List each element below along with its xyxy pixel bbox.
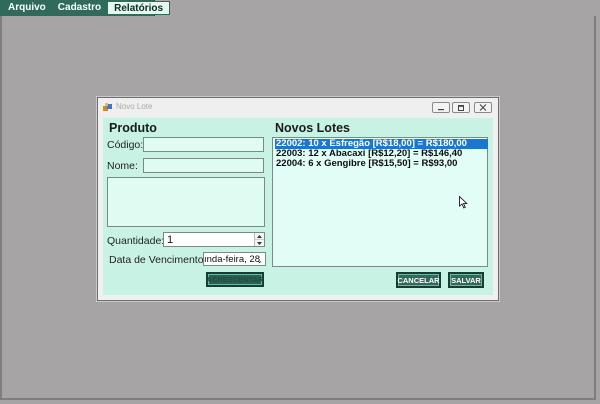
cancelar-button[interactable]: CANCELAR bbox=[396, 272, 441, 288]
vencimento-datepicker[interactable]: ında-feira, 28 ⌄ bbox=[203, 252, 266, 266]
minimize-icon bbox=[438, 108, 444, 110]
nome-field[interactable] bbox=[143, 158, 264, 173]
window-title: Novo Lote bbox=[116, 102, 153, 111]
list-item[interactable]: 22004: 6 x Gengibre [R$15,50] = R$93,00 bbox=[275, 159, 488, 169]
novos-lotes-list[interactable]: 22002: 10 x Esfregão [R$18,00] = R$180,0… bbox=[272, 137, 488, 267]
app-icon bbox=[103, 103, 112, 111]
nome-label: Nome: bbox=[107, 160, 138, 172]
novo-lote-window: Novo Lote Produto Código: Nome: Quantida… bbox=[97, 97, 499, 301]
quantidade-stepper[interactable]: 1 bbox=[163, 232, 265, 247]
menu-strip: Arquivo Cadastro Relatórios bbox=[0, 0, 171, 16]
form-client-area: Produto Código: Nome: Quantidade: 1 Data bbox=[103, 118, 493, 295]
menu-cadastro[interactable]: Cadastro bbox=[52, 0, 107, 16]
stepper-buttons bbox=[254, 233, 264, 246]
acrescentar-button[interactable]: ACRESCENTAR bbox=[206, 272, 264, 287]
chevron-down-icon bbox=[257, 241, 262, 245]
novos-lotes-section-title: Novos Lotes bbox=[275, 121, 351, 135]
maximize-icon bbox=[458, 104, 464, 111]
chevron-up-icon bbox=[257, 234, 262, 238]
mouse-cursor-icon bbox=[459, 196, 468, 209]
close-button[interactable] bbox=[474, 102, 492, 113]
codigo-field[interactable] bbox=[143, 137, 264, 152]
produto-section-title: Produto bbox=[109, 121, 157, 135]
menu-arquivo[interactable]: Arquivo bbox=[0, 0, 52, 16]
vencimento-label: Data de Vencimento: bbox=[109, 254, 207, 266]
minimize-button[interactable] bbox=[432, 102, 450, 113]
stepper-up-button[interactable] bbox=[255, 233, 264, 240]
salvar-button[interactable]: SALVAR bbox=[448, 272, 484, 288]
vencimento-value: ında-feira, 28 bbox=[204, 254, 260, 265]
quantidade-value: 1 bbox=[167, 234, 174, 246]
quantidade-label: Quantidade: bbox=[107, 235, 165, 247]
menu-bar: Arquivo Cadastro Relatórios bbox=[0, 0, 600, 16]
menu-relatorios[interactable]: Relatórios bbox=[107, 1, 171, 15]
chevron-down-icon: ⌄ bbox=[256, 256, 263, 265]
close-icon bbox=[479, 104, 487, 111]
maximize-button[interactable] bbox=[452, 102, 470, 113]
window-titlebar[interactable]: Novo Lote bbox=[98, 98, 498, 118]
descricao-textarea[interactable] bbox=[107, 177, 265, 227]
stepper-down-button[interactable] bbox=[255, 240, 264, 246]
codigo-label: Código: bbox=[107, 139, 144, 151]
